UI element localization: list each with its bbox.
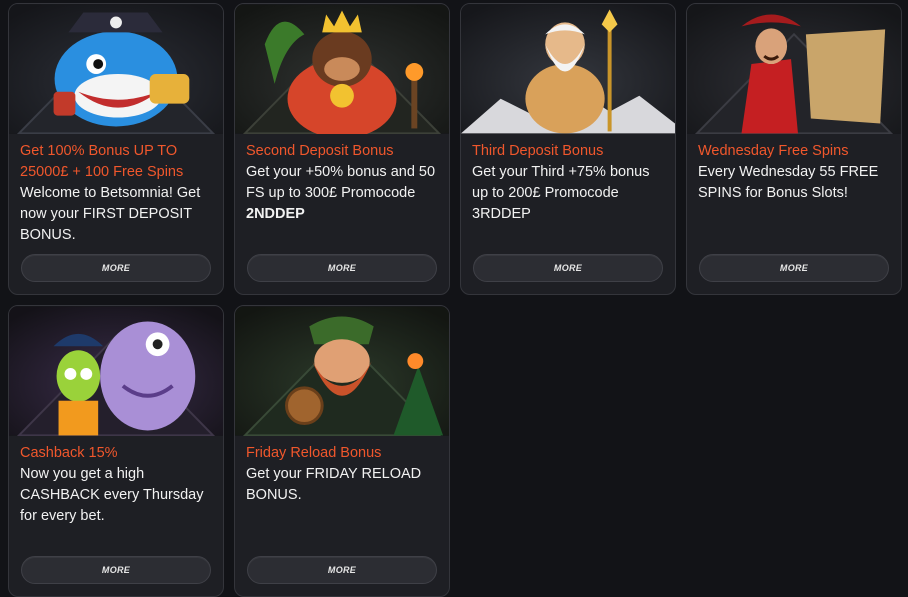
promo-title: Friday Reload Bonus (246, 445, 382, 461)
promo-description: Get your FRIDAY RELOAD BONUS. (246, 466, 422, 503)
more-button[interactable]: MORE (247, 254, 437, 282)
pirate-shark-character-icon (9, 4, 223, 134)
promo-description: Now you get a high CASHBACK every Thursd… (20, 466, 204, 524)
promo-description: Every Wednesday 55 FREE SPINS for Bonus … (698, 164, 879, 201)
promo-description: Get your +50% bonus and 50 FS up to 300£… (246, 162, 438, 225)
promo-card: Second Deposit Bonus Get your +50% bonus… (234, 3, 450, 295)
promo-title: Third Deposit Bonus (472, 143, 604, 159)
promo-card: Cashback 15% Now you get a high CASHBACK… (8, 305, 224, 597)
more-button[interactable]: MORE (21, 556, 211, 584)
promo-code: 2NDDEP (246, 206, 305, 222)
promo-description: Welcome to Betsomnia! Get now your FIRST… (20, 185, 201, 243)
gorilla-king-character-icon (235, 4, 449, 134)
more-button[interactable]: MORE (21, 254, 211, 282)
zeus-character-icon (461, 4, 675, 134)
more-button[interactable]: MORE (247, 556, 437, 584)
promo-description-text: Get your +50% bonus and 50 FS up to 300£… (246, 164, 436, 201)
promo-card: Wednesday Free Spins Every Wednesday 55 … (686, 3, 902, 295)
promo-description: Get your Third +75% bonus up to 200£ Pro… (472, 164, 650, 222)
promo-title: Wednesday Free Spins (698, 143, 849, 159)
promo-card: Friday Reload Bonus Get your FRIDAY RELO… (234, 305, 450, 597)
pirate-captain-character-icon (687, 4, 901, 134)
promo-title: Second Deposit Bonus (246, 143, 394, 159)
promo-card: Third Deposit Bonus Get your Third +75% … (460, 3, 676, 295)
monster-and-alien-characters-icon (9, 306, 223, 436)
promo-card: Get 100% Bonus UP TO 25000£ + 100 Free S… (8, 3, 224, 295)
promo-title: Cashback 15% (20, 445, 118, 461)
more-button[interactable]: MORE (473, 254, 663, 282)
promo-title: Get 100% Bonus UP TO 25000£ + 100 Free S… (20, 143, 184, 180)
more-button[interactable]: MORE (699, 254, 889, 282)
promotions-grid: Get 100% Bonus UP TO 25000£ + 100 Free S… (8, 3, 902, 597)
dwarf-warrior-character-icon (235, 306, 449, 436)
